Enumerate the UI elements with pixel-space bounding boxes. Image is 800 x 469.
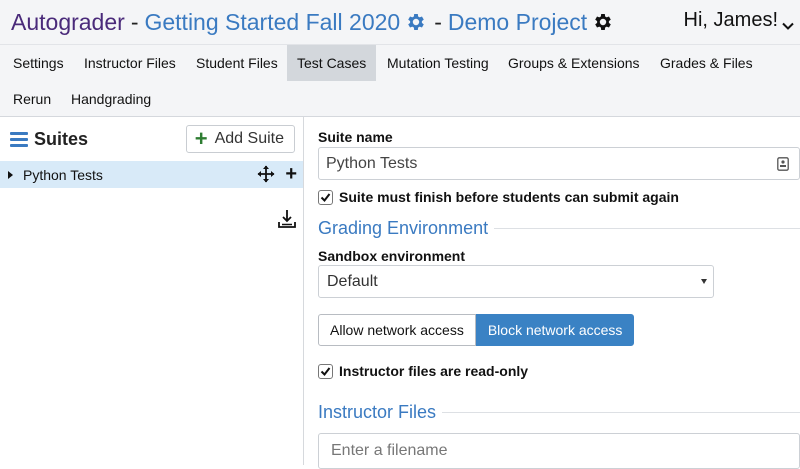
- tab-test-cases[interactable]: Test Cases: [287, 45, 376, 81]
- tab-handgrading[interactable]: Handgrading: [61, 81, 161, 117]
- tab-student-files[interactable]: Student Files: [186, 45, 288, 81]
- instructor-files-heading: Instructor Files: [318, 402, 800, 423]
- grading-environment-heading: Grading Environment: [318, 218, 800, 239]
- suite-name-value: Python Tests: [326, 154, 418, 172]
- checkbox-checked-icon[interactable]: [318, 363, 333, 379]
- suite-item-label: Python Tests: [23, 166, 103, 183]
- block-network-button[interactable]: Block network access: [475, 314, 635, 346]
- add-test-case-icon[interactable]: +: [285, 164, 297, 184]
- user-menu[interactable]: Hi, James!: [684, 9, 794, 32]
- section-divider: [442, 412, 800, 413]
- filename-placeholder: Enter a filename: [331, 442, 448, 459]
- dropdown-arrow-icon: [701, 279, 707, 284]
- checkbox-checked-icon[interactable]: [318, 189, 333, 205]
- menu-icon[interactable]: [10, 131, 28, 147]
- sandbox-label: Sandbox environment: [318, 248, 466, 264]
- readonly-label: Instructor files are read-only: [339, 363, 529, 379]
- add-suite-label: Add Suite: [214, 130, 284, 147]
- section-divider: [494, 228, 800, 229]
- tab-instructor-files[interactable]: Instructor Files: [74, 45, 186, 81]
- tab-settings[interactable]: Settings: [3, 45, 74, 81]
- user-greeting: Hi, James!: [683, 9, 778, 31]
- sandbox-selected-value: Default: [327, 272, 378, 290]
- deferred-label: Suite must finish before students can su…: [339, 189, 679, 205]
- suite-name-label: Suite name: [318, 129, 393, 145]
- app-name-link[interactable]: Autograder: [11, 9, 125, 36]
- breadcrumb-separator: -: [434, 8, 442, 35]
- suites-sidebar: Suites + Add Suite Python Tests +: [0, 117, 304, 465]
- grading-environment-title: Grading Environment: [318, 218, 489, 238]
- autofill-icon: [777, 157, 789, 171]
- top-bar: Autograder - Getting Started Fall 2020 -…: [0, 0, 800, 44]
- allow-network-button[interactable]: Allow network access: [318, 314, 476, 346]
- tab-groups-extensions[interactable]: Groups & Extensions: [498, 45, 650, 81]
- filename-input[interactable]: Enter a filename: [318, 433, 800, 469]
- suite-name-input[interactable]: Python Tests: [318, 147, 800, 180]
- suite-item[interactable]: Python Tests +: [0, 161, 303, 188]
- course-link[interactable]: Getting Started Fall 2020: [144, 9, 400, 36]
- tab-grades-files[interactable]: Grades & Files: [650, 45, 763, 81]
- suites-title: Suites: [34, 128, 89, 149]
- breadcrumb: Autograder - Getting Started Fall 2020 -…: [11, 9, 615, 36]
- download-icon[interactable]: [277, 209, 297, 229]
- network-access-toggle: Allow network access Block network acces…: [318, 314, 635, 346]
- deferred-checkbox-row[interactable]: Suite must finish before students can su…: [318, 189, 679, 205]
- tab-mutation-testing[interactable]: Mutation Testing: [377, 45, 499, 81]
- project-tabs: Settings Instructor Files Student Files …: [0, 44, 800, 117]
- project-link[interactable]: Demo Project: [448, 9, 587, 36]
- breadcrumb-separator: -: [130, 8, 139, 35]
- tab-rerun[interactable]: Rerun: [3, 81, 61, 117]
- plus-icon: +: [194, 126, 208, 151]
- project-settings-gear-icon[interactable]: [591, 10, 615, 34]
- chevron-down-icon: [782, 15, 794, 30]
- suites-header: Suites + Add Suite: [0, 117, 303, 161]
- instructor-files-title: Instructor Files: [318, 402, 437, 422]
- drag-move-icon[interactable]: [257, 165, 275, 183]
- readonly-checkbox-row[interactable]: Instructor files are read-only: [318, 363, 528, 379]
- course-settings-gear-icon[interactable]: [404, 10, 428, 34]
- expand-caret-icon[interactable]: [8, 170, 13, 179]
- sandbox-select[interactable]: Default: [318, 265, 714, 298]
- add-suite-button[interactable]: + Add Suite: [185, 125, 295, 153]
